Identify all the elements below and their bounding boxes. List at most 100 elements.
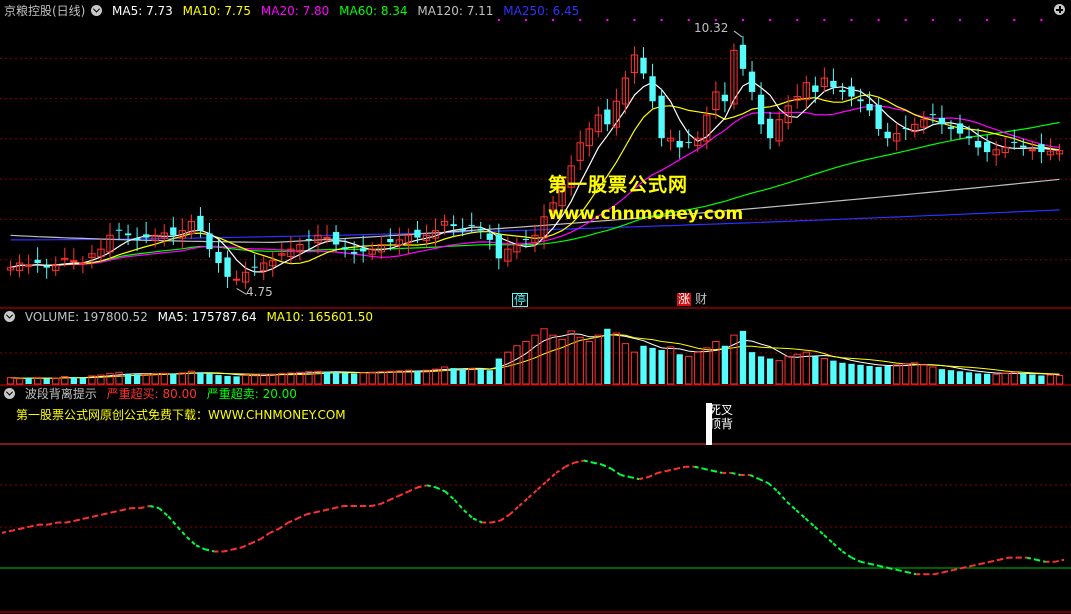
indicator-segment	[943, 569, 954, 574]
candle-body	[251, 266, 258, 268]
candle-body	[902, 128, 909, 130]
candle-body	[459, 228, 466, 231]
candle-body	[1020, 145, 1027, 148]
volume-bar	[15, 378, 24, 385]
volume-bar	[576, 336, 584, 385]
volume-bar	[206, 373, 213, 384]
top-dot	[796, 18, 799, 22]
top-dot	[768, 18, 772, 22]
volume-bar	[468, 368, 476, 385]
candle-body	[414, 229, 421, 238]
stock-chart[interactable]	[0, 0, 1071, 614]
volume-bar	[594, 334, 602, 385]
volume-bars	[6, 328, 1064, 385]
indicator-segment	[223, 548, 234, 553]
indicator-segment	[749, 474, 760, 481]
indicator-segment	[324, 507, 335, 512]
indicator-segment	[121, 507, 132, 512]
volume-bar	[604, 328, 611, 384]
high-price-label: 10.32	[694, 21, 729, 35]
limit-stop-marker[interactable]: 停	[512, 293, 529, 307]
indicator-segment	[518, 496, 530, 507]
signal-label: 死叉顶背	[709, 403, 734, 431]
volume-bar	[775, 360, 783, 385]
volume-bar	[712, 341, 720, 385]
volume-bar	[178, 372, 186, 385]
volume-bar	[477, 369, 484, 384]
candle-body	[983, 141, 991, 153]
volume-bar	[902, 363, 910, 385]
indicator-segment	[398, 490, 409, 497]
volume-bar	[640, 345, 647, 384]
candle-body	[857, 99, 864, 102]
volume-bar	[857, 364, 864, 384]
indicator-segment	[869, 562, 880, 567]
candle-body	[658, 95, 665, 139]
indicator-segment	[795, 509, 807, 520]
volume-bar	[866, 365, 873, 384]
volume-bar	[630, 351, 639, 385]
indicator-segment	[389, 494, 400, 501]
indicator-segment	[241, 542, 252, 549]
volume-bar	[495, 358, 502, 384]
volume-bar	[558, 338, 566, 385]
volume-bar	[676, 354, 683, 384]
volume-bar	[43, 378, 50, 384]
volume-bar	[612, 332, 621, 385]
volume-bar	[830, 360, 837, 384]
candle-body	[1011, 141, 1018, 143]
indicator-line	[1, 459, 1065, 576]
top-dot	[551, 18, 555, 22]
indicator-segment	[371, 502, 381, 507]
finance-marker[interactable]: 财	[694, 293, 708, 306]
indicator-segment	[1054, 558, 1065, 563]
volume-bar	[504, 351, 512, 385]
volume-bar	[694, 351, 702, 385]
top-dot	[904, 18, 907, 22]
indicator-segment	[555, 465, 566, 474]
candle-body	[197, 215, 204, 231]
indicator-segment	[149, 505, 160, 510]
candle-body	[848, 86, 855, 97]
volume-bar	[1038, 375, 1045, 384]
candle-body	[124, 233, 132, 236]
limit-up-marker[interactable]: 涨	[677, 293, 692, 306]
volume-bar	[341, 372, 349, 384]
volume-bar	[323, 371, 331, 384]
indicator-segment	[851, 556, 862, 563]
volume-bar	[459, 369, 466, 384]
ma10-label: MA10: 7.75	[182, 4, 252, 18]
candle-body	[70, 260, 78, 263]
volume-bar	[757, 356, 765, 384]
candle-body	[1028, 149, 1037, 152]
candle-body	[965, 136, 973, 139]
toggle-icon[interactable]	[4, 388, 15, 399]
indicator-segment	[66, 519, 77, 524]
volume-bar	[585, 341, 593, 385]
indicator-segment	[444, 490, 456, 501]
candle-body	[495, 234, 502, 259]
top-dot	[850, 18, 853, 22]
top-dot	[497, 18, 501, 22]
indicator-segment	[278, 521, 289, 530]
volume-bar	[730, 334, 738, 385]
volume-bar	[884, 365, 891, 384]
volume-bar	[124, 373, 132, 384]
indicator-segment	[583, 459, 594, 464]
candle-body	[1038, 144, 1045, 153]
indicator-segment	[297, 513, 308, 520]
candle-body	[739, 44, 747, 69]
indicator-segment	[657, 469, 668, 474]
volume-bar	[820, 358, 829, 385]
toggle-icon[interactable]	[91, 5, 103, 16]
zoom-icon[interactable]	[1054, 4, 1065, 15]
candle-body	[450, 224, 457, 227]
indicator-segment	[813, 525, 825, 536]
candle-body	[142, 234, 150, 238]
oversell-label: 严重超卖: 20.00	[206, 387, 297, 401]
volume-bar	[377, 371, 385, 385]
toggle-icon[interactable]	[4, 311, 15, 322]
volume-ma5: MA5: 175787.64	[157, 310, 257, 324]
volume-bar	[784, 355, 792, 385]
volume-bar	[224, 375, 231, 384]
